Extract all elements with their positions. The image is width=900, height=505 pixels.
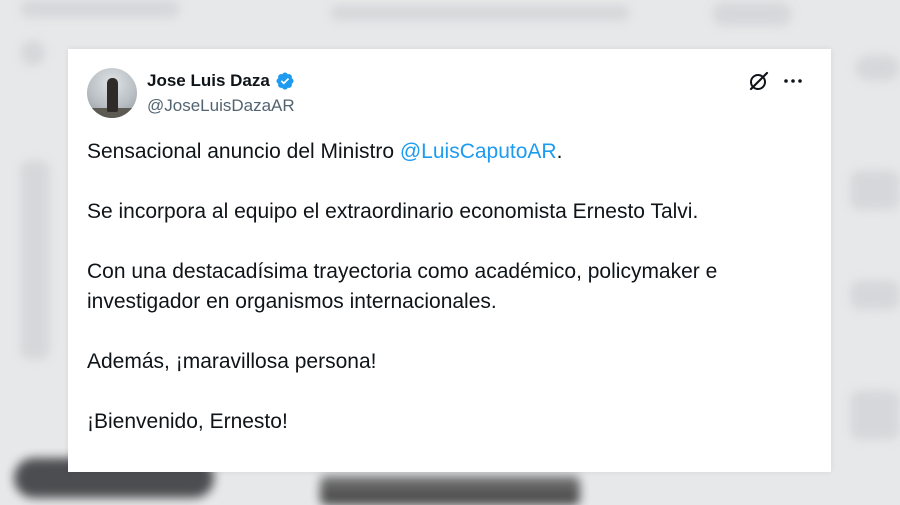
tweet-paragraph: ¡Bienvenido, Ernesto!	[87, 410, 288, 433]
tweet-card[interactable]: Jose Luis Daza @JoseLuisDazaAR Sensacion…	[68, 49, 831, 472]
tweet-text-segment: Sensacional anuncio del Ministro	[87, 140, 400, 163]
tweet-paragraph: Además, ¡maravillosa persona!	[87, 350, 377, 373]
tweet-paragraph: Se incorpora al equipo el extraordinario…	[87, 200, 699, 223]
mention-link[interactable]: @LuisCaputoAR	[400, 140, 557, 163]
tweet-text-segment: .	[556, 140, 563, 163]
grok-icon[interactable]	[747, 69, 771, 93]
verified-badge-icon	[275, 71, 295, 91]
avatar[interactable]	[87, 68, 137, 118]
author-handle[interactable]: @JoseLuisDazaAR	[147, 96, 295, 116]
tweet-paragraph: Sensacional anuncio del Ministro @LuisCa…	[87, 137, 807, 167]
author-name-row: Jose Luis Daza	[147, 71, 295, 91]
more-options-icon[interactable]	[781, 69, 805, 93]
author-display-name[interactable]: Jose Luis Daza	[147, 71, 270, 91]
tweet-text: Sensacional anuncio del Ministro @LuisCa…	[87, 137, 807, 437]
tweet-paragraph: Con una destacadísima trayectoria como a…	[87, 260, 718, 313]
